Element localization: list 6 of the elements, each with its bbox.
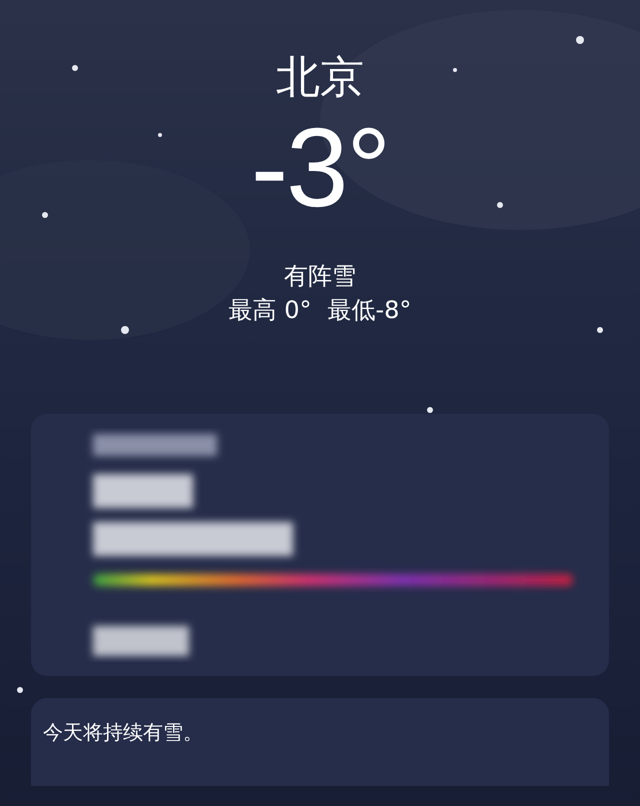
city-name: 北京: [276, 51, 364, 105]
current-temperature: -3°: [250, 108, 390, 228]
weather-condition: 有阵雪: [284, 261, 356, 292]
low-temperature: 最低-8°: [327, 295, 412, 326]
summary-text: 今天将持续有雪。: [43, 720, 203, 744]
high-temperature: 最高 0°: [228, 295, 312, 326]
